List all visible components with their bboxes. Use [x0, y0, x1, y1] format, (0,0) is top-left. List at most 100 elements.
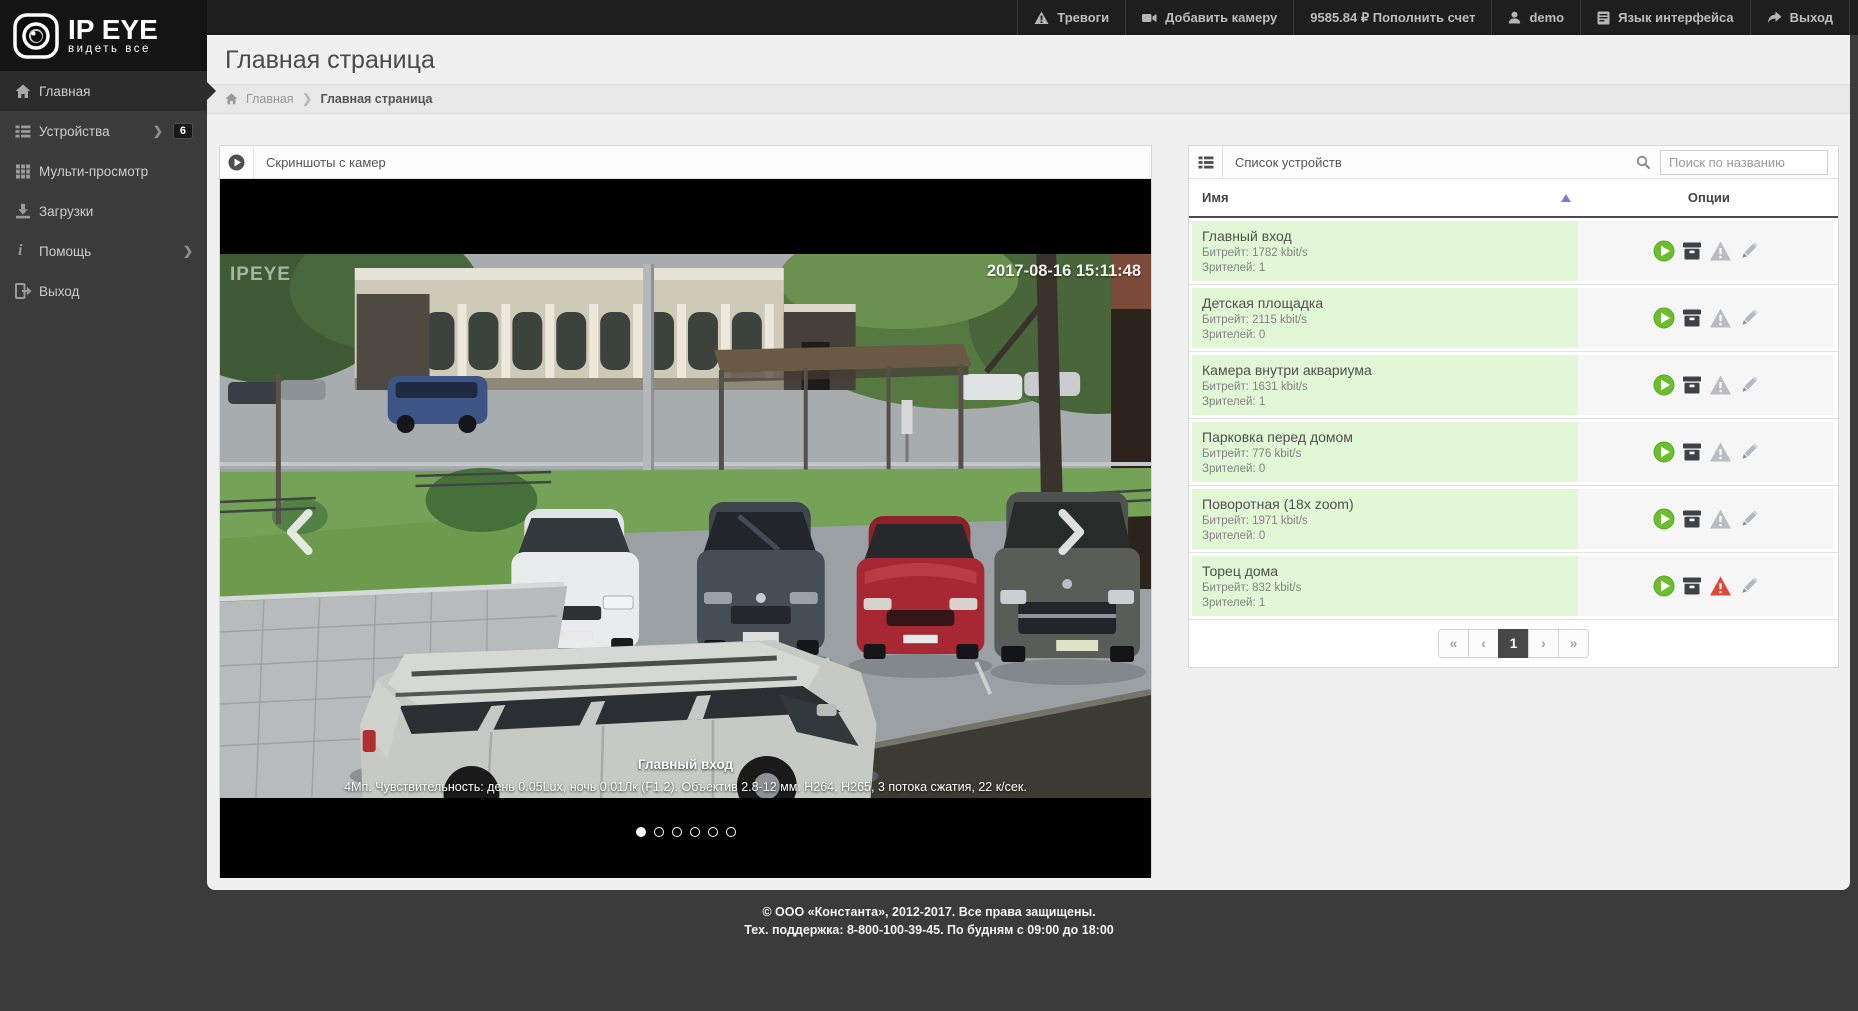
carousel-dot-5[interactable] [708, 827, 718, 837]
alarm-triangle-icon[interactable] [1709, 307, 1732, 329]
page-last-button[interactable]: » [1558, 629, 1589, 658]
sidebar-item-logout-label: Выход [39, 284, 79, 299]
alarm-triangle-icon[interactable] [1709, 441, 1732, 463]
sidebar-item-downloads[interactable]: Загрузки [0, 191, 207, 231]
page-1-button[interactable]: 1 [1498, 629, 1529, 658]
alert-triangle-icon [1034, 11, 1049, 25]
top-bar: Тревоги Добавить камеру 9585.84 ₽ Пополн… [0, 0, 1858, 35]
topbar-balance-button[interactable]: 9585.84 ₽ Пополнить счет [1293, 0, 1491, 35]
sidebar-item-multiview[interactable]: Мульти-просмотр [0, 151, 207, 191]
device-bitrate: Битрейт: 832 kbit/s [1202, 581, 1566, 596]
device-bitrate: Битрейт: 1782 kbit/s [1202, 246, 1566, 261]
page-title: Главная страница [207, 35, 1850, 84]
carousel-dot-1[interactable] [636, 827, 646, 837]
camera-caption-block: Главный вход 4Мп. Чувствительность: день… [220, 757, 1151, 797]
carousel-dot-3[interactable] [672, 827, 682, 837]
list-icon [1198, 155, 1214, 170]
device-bitrate: Битрейт: 1971 kbit/s [1202, 514, 1566, 529]
sidebar-item-devices[interactable]: Устройства ❯ 6 [0, 111, 207, 151]
page-first-button[interactable]: « [1438, 629, 1469, 658]
carousel-dot-6[interactable] [726, 827, 736, 837]
sidebar-item-home-label: Главная [39, 84, 90, 99]
search-icon [1636, 155, 1651, 170]
archive-box-icon[interactable] [1681, 508, 1703, 530]
device-name: Камера внутри аквариума [1202, 362, 1566, 378]
edit-pencil-icon[interactable] [1738, 508, 1760, 530]
device-row: Парковка перед домом Битрейт: 776 kbit/s… [1189, 419, 1838, 486]
column-header-options: Опции [1580, 190, 1838, 205]
alarm-triangle-icon[interactable] [1709, 240, 1732, 262]
play-icon[interactable] [1653, 240, 1675, 262]
camera-caption: Главный вход [220, 757, 1151, 772]
archive-box-icon[interactable] [1681, 374, 1703, 396]
content-area: Главная страница Главная ❯ Главная стран… [207, 35, 1850, 890]
play-icon[interactable] [1653, 441, 1675, 463]
devices-panel: Список устройств Имя Опции Главный вход … [1188, 145, 1839, 668]
archive-box-icon[interactable] [1681, 240, 1703, 262]
edit-pencil-icon[interactable] [1738, 307, 1760, 329]
screenshots-panel-title: Скриншоты с камер [254, 155, 386, 170]
carousel-dot-2[interactable] [654, 827, 664, 837]
device-bitrate: Битрейт: 1631 kbit/s [1202, 380, 1566, 395]
footer: © ООО «Константа», 2012-2017. Все права … [0, 903, 1858, 939]
topbar-user-label: demo [1529, 10, 1564, 25]
topbar-balance-label: 9585.84 ₽ Пополнить счет [1310, 10, 1475, 26]
edit-pencil-icon[interactable] [1738, 240, 1760, 262]
topbar-logout-button[interactable]: Выход [1750, 0, 1850, 35]
device-options-cell [1578, 556, 1834, 616]
sidebar-item-home[interactable]: Главная [0, 71, 207, 111]
edit-pencil-icon[interactable] [1738, 575, 1760, 597]
play-icon[interactable] [1653, 307, 1675, 329]
page-prev-button[interactable]: ‹ [1468, 629, 1499, 658]
device-name-cell[interactable]: Главный вход Битрейт: 1782 kbit/s Зрител… [1192, 221, 1578, 281]
play-circle-icon [228, 154, 245, 171]
archive-box-icon[interactable] [1681, 441, 1703, 463]
search-input[interactable] [1660, 150, 1828, 175]
carousel-next-arrow[interactable] [1055, 509, 1089, 555]
alarm-triangle-icon-active[interactable] [1709, 575, 1732, 597]
sidebar: Главная Устройства ❯ 6 Мульти-просмотр З… [0, 71, 207, 1011]
column-header-name[interactable]: Имя [1189, 190, 1580, 205]
camera-description: 4Мп. Чувствительность: день 0.05Lux, ноч… [276, 778, 1096, 797]
device-name-cell[interactable]: Поворотная (18x zoom) Битрейт: 1971 kbit… [1192, 489, 1578, 549]
topbar-add-camera-label: Добавить камеру [1165, 10, 1277, 25]
device-options-cell [1578, 489, 1834, 549]
sidebar-item-devices-label: Устройства [39, 124, 110, 139]
play-icon[interactable] [1653, 508, 1675, 530]
app-logo[interactable]: IP EYE видеть все [0, 0, 207, 71]
edit-pencil-icon[interactable] [1738, 441, 1760, 463]
device-viewers: Зрителей: 1 [1202, 596, 1566, 611]
archive-box-icon[interactable] [1681, 307, 1703, 329]
device-name-cell[interactable]: Детская площадка Битрейт: 2115 kbit/s Зр… [1192, 288, 1578, 348]
archive-box-icon[interactable] [1681, 575, 1703, 597]
sidebar-item-logout[interactable]: Выход [0, 271, 207, 311]
device-name-cell[interactable]: Камера внутри аквариума Битрейт: 1631 kb… [1192, 355, 1578, 415]
device-name: Торец дома [1202, 563, 1566, 579]
device-bitrate: Битрейт: 776 kbit/s [1202, 447, 1566, 462]
sidebar-item-help[interactable]: i Помощь ❯ [0, 231, 207, 271]
carousel-dot-4[interactable] [690, 827, 700, 837]
breadcrumb-root-link[interactable]: Главная [246, 92, 294, 106]
edit-pencil-icon[interactable] [1738, 374, 1760, 396]
signout-icon [15, 283, 32, 299]
device-viewers: Зрителей: 1 [1202, 395, 1566, 410]
page-next-button[interactable]: › [1528, 629, 1559, 658]
play-icon[interactable] [1653, 575, 1675, 597]
chevron-right-icon: ❯ [183, 244, 193, 258]
alarm-triangle-icon[interactable] [1709, 508, 1732, 530]
device-name-cell[interactable]: Парковка перед домом Битрейт: 776 kbit/s… [1192, 422, 1578, 482]
device-name-cell[interactable]: Торец дома Битрейт: 832 kbit/s Зрителей:… [1192, 556, 1578, 616]
device-viewers: Зрителей: 0 [1202, 529, 1566, 544]
device-viewers: Зрителей: 1 [1202, 261, 1566, 276]
play-icon[interactable] [1653, 374, 1675, 396]
alarm-triangle-icon[interactable] [1709, 374, 1732, 396]
device-row: Главный вход Битрейт: 1782 kbit/s Зрител… [1189, 218, 1838, 285]
topbar-alarms-button[interactable]: Тревоги [1017, 0, 1125, 35]
carousel-prev-arrow[interactable] [282, 509, 316, 555]
sort-asc-icon[interactable] [1561, 194, 1571, 202]
device-options-cell [1578, 422, 1834, 482]
topbar-language-button[interactable]: Язык интерфейса [1580, 0, 1749, 35]
topbar-user-button[interactable]: demo [1491, 0, 1580, 35]
topbar-add-camera-button[interactable]: Добавить камеру [1125, 0, 1293, 35]
device-row: Детская площадка Битрейт: 2115 kbit/s Зр… [1189, 285, 1838, 352]
